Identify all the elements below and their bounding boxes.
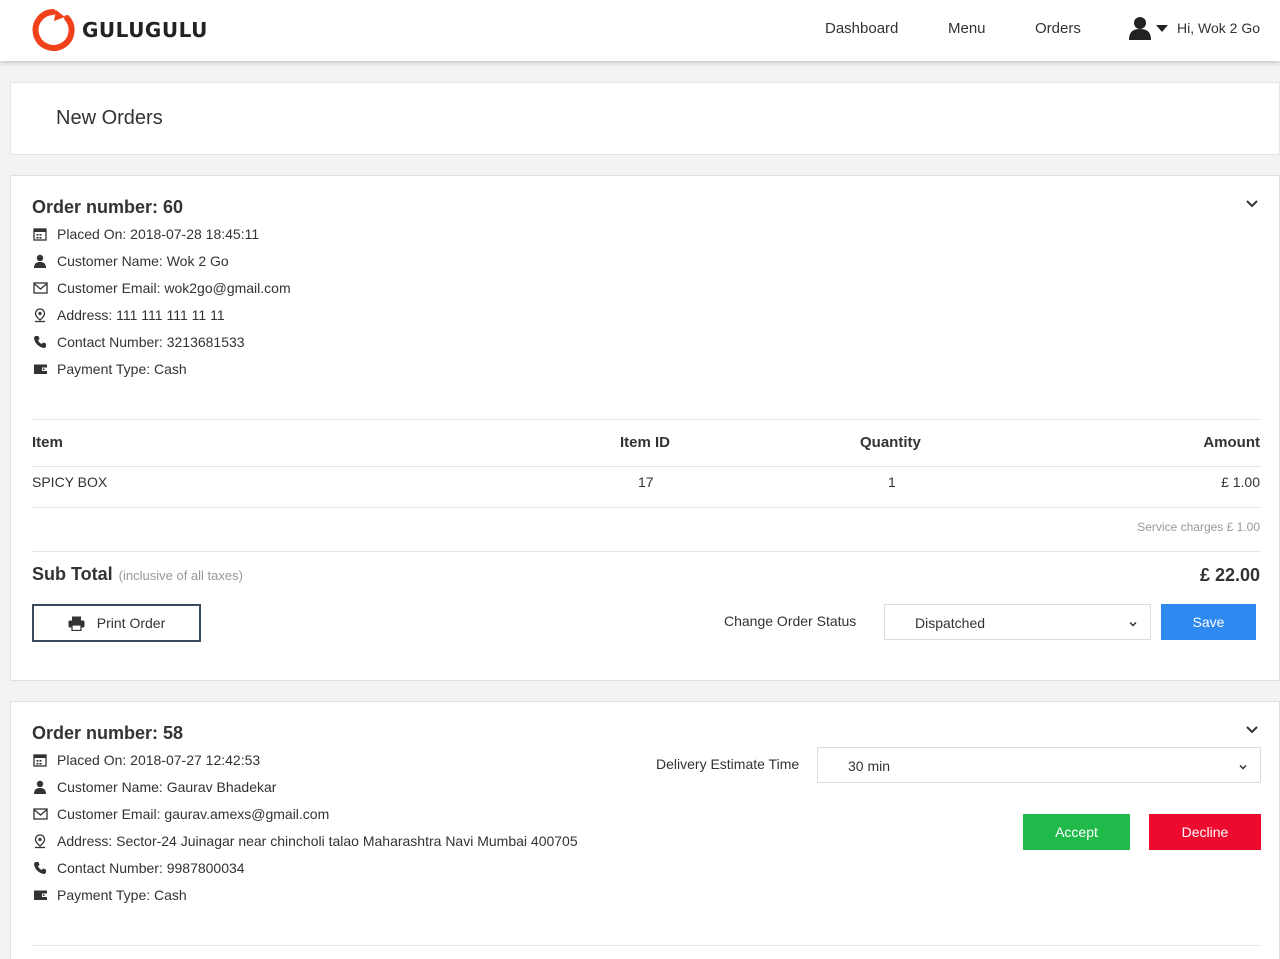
order-card: Order number: 60 Placed On: 2018-07-28 1… <box>10 175 1280 681</box>
print-order-button[interactable]: Print Order <box>32 604 201 642</box>
chevron-down-icon[interactable] <box>1245 723 1259 737</box>
brand-name: GULUGULU <box>82 18 208 42</box>
col-header-quantity: Quantity <box>860 434 921 451</box>
print-icon <box>68 616 85 631</box>
user-greeting: Hi, Wok 2 Go <box>1177 20 1260 36</box>
contact-number-text: Contact Number: 9987800034 <box>57 860 245 876</box>
placed-on: Placed On: 2018-07-27 12:42:53 <box>32 750 260 770</box>
order-status-value: Dispatched <box>915 615 986 631</box>
user-icon <box>32 253 48 269</box>
nav-dashboard[interactable]: Dashboard <box>825 20 898 37</box>
page-title: New Orders <box>56 107 163 129</box>
customer-email-text: Customer Email: wok2go@gmail.com <box>57 280 291 296</box>
payment-type-text: Payment Type: Cash <box>57 887 187 903</box>
phone-icon <box>32 334 48 350</box>
chevron-down-icon[interactable] <box>1245 197 1259 211</box>
delivery-estimate-label: Delivery Estimate Time <box>656 756 800 772</box>
user-avatar-icon <box>1129 17 1151 40</box>
subtotal-text: Sub Total <box>32 564 113 584</box>
envelope-icon <box>32 806 48 822</box>
divider <box>32 945 1261 946</box>
top-navbar: GULUGULU Dashboard Menu Orders Hi, Wok 2… <box>0 0 1280 61</box>
map-marker-icon <box>32 307 48 323</box>
accept-button[interactable]: Accept <box>1023 814 1130 850</box>
customer-email: Customer Email: wok2go@gmail.com <box>32 278 291 298</box>
wallet-icon <box>32 887 48 903</box>
payment-type: Payment Type: Cash <box>32 885 187 905</box>
order-number: Order number: 60 <box>32 197 184 217</box>
divider <box>32 419 1261 420</box>
caret-down-icon <box>1156 25 1168 32</box>
map-marker-icon <box>32 833 48 849</box>
power-logo-icon <box>32 9 75 51</box>
order-status-select[interactable]: Dispatched <box>884 604 1151 640</box>
divider <box>32 466 1261 467</box>
service-charges: Service charges £ 1.00 <box>1137 520 1260 534</box>
subtotal-note: (inclusive of all taxes) <box>118 568 243 583</box>
order-card: Order number: 58 Placed On: 2018-07-27 1… <box>10 701 1280 959</box>
customer-name: Customer Name: Gaurav Bhadekar <box>32 777 276 797</box>
divider <box>32 507 1261 508</box>
col-header-amount: Amount <box>1203 434 1260 451</box>
user-icon <box>32 779 48 795</box>
cell-item-id: 17 <box>638 474 654 490</box>
user-menu[interactable]: Hi, Wok 2 Go <box>1128 16 1260 40</box>
customer-email: Customer Email: gaurav.amexs@gmail.com <box>32 804 329 824</box>
delivery-estimate-select[interactable]: 30 min <box>817 747 1261 783</box>
cell-quantity: 1 <box>888 474 896 490</box>
contact-number-text: Contact Number: 3213681533 <box>57 334 245 350</box>
placed-on-text: Placed On: 2018-07-28 18:45:11 <box>57 226 260 242</box>
customer-name: Customer Name: Wok 2 Go <box>32 251 229 271</box>
payment-type: Payment Type: Cash <box>32 359 187 379</box>
calendar-icon <box>32 752 48 768</box>
order-number: Order number: 58 <box>32 723 184 743</box>
contact-number: Contact Number: 9987800034 <box>32 858 245 878</box>
chevron-down-icon <box>1129 621 1137 627</box>
customer-name-text: Customer Name: Gaurav Bhadekar <box>57 779 277 795</box>
subtotal-label: Sub Total (inclusive of all taxes) <box>32 564 243 585</box>
save-button[interactable]: Save <box>1161 604 1256 640</box>
chevron-down-icon <box>1239 764 1247 770</box>
cell-item: SPICY BOX <box>32 474 108 490</box>
divider <box>32 551 1261 552</box>
contact-number: Contact Number: 3213681533 <box>32 332 245 352</box>
nav-menu[interactable]: Menu <box>948 20 986 37</box>
decline-button[interactable]: Decline <box>1149 814 1261 850</box>
placed-on: Placed On: 2018-07-28 18:45:11 <box>32 224 259 244</box>
cell-amount: £ 1.00 <box>1221 474 1260 490</box>
page-title-card: New Orders <box>10 82 1280 155</box>
wallet-icon <box>32 361 48 377</box>
subtotal-amount: £ 22.00 <box>1199 565 1260 585</box>
address: Address: Sector-24 Juinagar near chincho… <box>32 831 578 851</box>
calendar-icon <box>32 226 48 242</box>
delivery-estimate-value: 30 min <box>848 758 891 774</box>
placed-on-text: Placed On: 2018-07-27 12:42:53 <box>57 752 261 768</box>
col-header-item-id: Item ID <box>620 434 671 451</box>
address-text: Address: Sector-24 Juinagar near chincho… <box>57 833 578 849</box>
phone-icon <box>32 860 48 876</box>
customer-name-text: Customer Name: Wok 2 Go <box>57 253 229 269</box>
address-text: Address: 111 111 111 11 11 <box>57 307 225 323</box>
customer-email-text: Customer Email: gaurav.amexs@gmail.com <box>57 806 330 822</box>
change-order-status-label: Change Order Status <box>724 613 857 629</box>
envelope-icon <box>32 280 48 296</box>
print-order-label: Print Order <box>96 615 166 631</box>
brand-logo[interactable]: GULUGULU <box>30 6 208 54</box>
address: Address: 111 111 111 11 11 <box>32 305 225 325</box>
nav-orders[interactable]: Orders <box>1035 20 1081 37</box>
payment-type-text: Payment Type: Cash <box>57 361 187 377</box>
col-header-item: Item <box>32 434 63 451</box>
